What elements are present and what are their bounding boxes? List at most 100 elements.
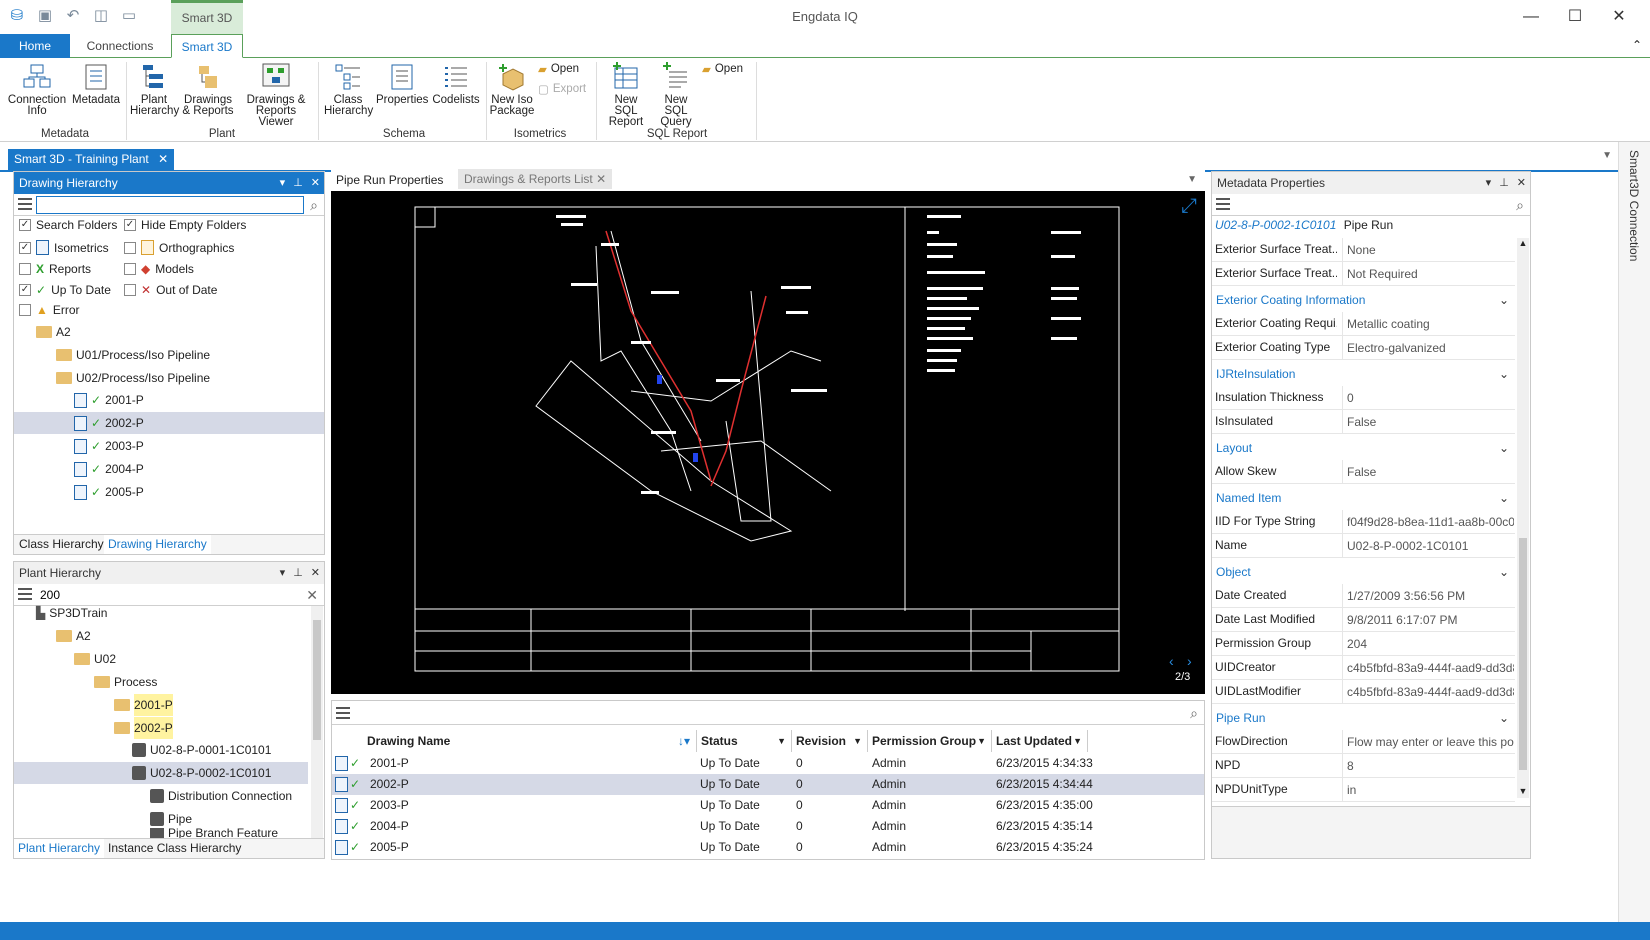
property-value[interactable]: 9/8/2011 6:17:07 PM bbox=[1342, 608, 1514, 632]
scrollbar[interactable]: ▲ ▼ bbox=[1517, 238, 1529, 798]
codelists-button[interactable]: Codelists bbox=[430, 62, 482, 106]
tree-node[interactable]: Pipe bbox=[150, 808, 192, 830]
chevron-down-icon[interactable]: ⌄ bbox=[1499, 486, 1509, 510]
tree-node[interactable]: U02/Process/Iso Pipeline bbox=[56, 367, 210, 389]
property-value[interactable]: False bbox=[1342, 410, 1514, 434]
error-checkbox[interactable]: ▲ Error bbox=[19, 303, 80, 317]
tree-node[interactable]: U02-8-P-0001-1C0101 bbox=[132, 739, 271, 761]
close-icon[interactable]: ✕ bbox=[1517, 172, 1526, 194]
property-value[interactable]: c4b5fbfd-83a9-444f-aad9-dd3d8b bbox=[1342, 656, 1514, 680]
property-row[interactable]: Allow Skew False bbox=[1212, 460, 1515, 484]
scroll-thumb[interactable] bbox=[1519, 538, 1527, 770]
metadata-search-input[interactable] bbox=[1234, 196, 1504, 214]
tree-node[interactable]: U02 bbox=[74, 648, 116, 670]
tree-node-selected[interactable]: U02-8-P-0002-1C0101 bbox=[14, 762, 308, 784]
property-section-header[interactable]: Layout ⌄ bbox=[1212, 436, 1515, 460]
col-drawing-name[interactable]: Drawing Name ↓▾ bbox=[363, 730, 697, 752]
table-row[interactable]: ✓ 2003-P Up To Date 0 Admin 6/23/2015 4:35:0… bbox=[332, 795, 1204, 816]
property-row[interactable]: Date Last Modified 9/8/2011 6:17:07 PM bbox=[1212, 608, 1515, 632]
chevron-down-icon[interactable]: ⌄ bbox=[1499, 288, 1509, 312]
chevron-down-icon[interactable]: ⌄ bbox=[1499, 362, 1509, 386]
table-row[interactable]: ✓ 2005-P Up To Date 0 Admin 6/23/2015 4:35:2… bbox=[332, 837, 1204, 858]
collapse-ribbon-icon[interactable]: ⌃ bbox=[1632, 38, 1642, 52]
property-row[interactable]: NPD 8 bbox=[1212, 754, 1515, 778]
up-to-date-checkbox[interactable]: ✓Up To Date bbox=[19, 283, 111, 297]
orthographics-checkbox[interactable]: Orthographics bbox=[124, 240, 234, 255]
col-last-updated[interactable]: Last Updated ▼ bbox=[992, 730, 1088, 752]
chevron-down-icon[interactable]: ⌄ bbox=[1499, 706, 1509, 730]
tab-pipe-run-properties[interactable]: Pipe Run Properties bbox=[336, 173, 443, 187]
property-row[interactable]: UIDCreator c4b5fbfd-83a9-444f-aad9-dd3d8b bbox=[1212, 656, 1515, 680]
document-tab[interactable]: Smart 3D - Training Plant ✕ bbox=[8, 149, 175, 170]
smart3d-connection-tab[interactable]: Smart3D Connection bbox=[1627, 150, 1641, 261]
scroll-up-icon[interactable]: ▲ bbox=[1517, 238, 1529, 248]
viewer-dropdown-icon[interactable]: ▼ bbox=[1187, 174, 1197, 185]
pin-icon[interactable]: ⊥ bbox=[1499, 172, 1509, 194]
property-row[interactable]: Exterior Coating Requi... Metallic coatin… bbox=[1212, 312, 1515, 336]
property-value[interactable]: f04f9d28-b8ea-11d1-aa8b-00c04fb bbox=[1342, 510, 1514, 534]
scrollbar[interactable] bbox=[311, 606, 323, 840]
tab-home[interactable]: Home bbox=[0, 34, 70, 58]
table-row[interactable]: ✓ 2004-P Up To Date 0 Admin 6/23/2015 4:35:1… bbox=[332, 816, 1204, 837]
close-tab-icon[interactable]: ✕ bbox=[596, 172, 606, 186]
class-hierarchy-button[interactable]: Class Hierarchy bbox=[324, 62, 373, 117]
prev-page-icon[interactable]: ‹ bbox=[1169, 653, 1174, 669]
new-iso-package-button[interactable]: New Iso Package bbox=[488, 62, 536, 117]
dropdown-icon[interactable]: ▾ bbox=[280, 172, 286, 194]
property-row[interactable]: Exterior Coating Type Electro-galvanized bbox=[1212, 336, 1515, 360]
metadata-button[interactable]: Metadata bbox=[68, 62, 124, 106]
tree-node[interactable]: Pipe Branch Feature bbox=[150, 828, 278, 838]
property-value[interactable]: c4b5fbfd-83a9-444f-aad9-dd3d8b bbox=[1342, 680, 1514, 704]
tab-plant-hierarchy[interactable]: Plant Hierarchy bbox=[14, 839, 105, 858]
plant-hierarchy-button[interactable]: Plant Hierarchy bbox=[130, 62, 179, 117]
grid-search-input[interactable] bbox=[354, 704, 1174, 722]
tree-node[interactable]: ✓ 2003-P bbox=[74, 435, 144, 457]
menu-icon[interactable] bbox=[18, 198, 32, 210]
property-section-header[interactable]: Object ⌄ bbox=[1212, 560, 1515, 584]
property-value[interactable]: Not Required bbox=[1342, 262, 1514, 286]
tree-node[interactable]: ✓ 2001-P bbox=[74, 389, 144, 411]
property-row[interactable]: Insulation Thickness 0 bbox=[1212, 386, 1515, 410]
close-window-button[interactable]: ✕ bbox=[1604, 5, 1634, 29]
property-value[interactable]: 204 bbox=[1342, 632, 1514, 656]
property-section-header[interactable]: Exterior Coating Information ⌄ bbox=[1212, 288, 1515, 312]
chevron-down-icon[interactable]: ⌄ bbox=[1499, 560, 1509, 584]
property-value[interactable]: 1/27/2009 3:56:56 PM bbox=[1342, 584, 1514, 608]
table-row-selected[interactable]: ✓ 2002-P Up To Date 0 Admin 6/23/2015 4:34:4… bbox=[332, 774, 1204, 795]
col-permission-group[interactable]: Permission Group ▼ bbox=[868, 730, 992, 752]
property-section-header[interactable]: Named Item ⌄ bbox=[1212, 486, 1515, 510]
property-row[interactable]: UIDLastModifier c4b5fbfd-83a9-444f-aad9-d… bbox=[1212, 680, 1515, 704]
pin-icon[interactable]: ⊥ bbox=[293, 172, 303, 194]
hide-empty-checkbox[interactable]: Hide Empty Folders bbox=[124, 218, 246, 232]
property-section-header[interactable]: IJRteInsulation ⌄ bbox=[1212, 362, 1515, 386]
property-value[interactable]: 8 bbox=[1342, 754, 1514, 778]
property-value[interactable]: Electro-galvanized bbox=[1342, 336, 1514, 360]
tab-instance-class-hierarchy[interactable]: Instance Class Hierarchy bbox=[108, 841, 241, 855]
properties-button[interactable]: Properties bbox=[376, 62, 428, 106]
isometrics-checkbox[interactable]: Isometrics bbox=[19, 240, 109, 255]
search-icon[interactable]: ⌕ bbox=[310, 197, 318, 214]
property-value[interactable]: Metallic coating bbox=[1342, 312, 1514, 336]
tab-drawing-hierarchy[interactable]: Drawing Hierarchy bbox=[104, 535, 211, 554]
close-tab-icon[interactable]: ✕ bbox=[158, 152, 168, 166]
property-value[interactable]: False bbox=[1342, 460, 1514, 484]
sql-open-button[interactable]: ▰ Open bbox=[702, 62, 743, 76]
tab-class-hierarchy[interactable]: Class Hierarchy bbox=[19, 537, 104, 551]
new-sql-report-button[interactable]: New SQL Report bbox=[602, 62, 650, 128]
search-folders-checkbox[interactable]: Search Folders bbox=[19, 218, 117, 232]
tab-drawings-reports-list[interactable]: Drawings & Reports List ✕ bbox=[458, 169, 613, 189]
tree-node[interactable]: A2 bbox=[56, 625, 91, 647]
new-sql-query-button[interactable]: New SQL Query bbox=[652, 62, 700, 128]
chevron-down-icon[interactable]: ⌄ bbox=[1499, 436, 1509, 460]
tree-node[interactable]: 2001-P bbox=[114, 694, 173, 716]
property-row[interactable]: Permission Group 204 bbox=[1212, 632, 1515, 656]
connection-info-button[interactable]: Connection Info bbox=[6, 62, 68, 117]
property-value[interactable]: in bbox=[1342, 778, 1514, 802]
tree-node-selected[interactable]: ✓ 2002-P bbox=[14, 412, 324, 434]
tree-node[interactable]: Process bbox=[94, 671, 157, 693]
fullscreen-icon[interactable]: ⤢ bbox=[1181, 195, 1197, 218]
tree-node[interactable]: ✓ 2004-P bbox=[74, 458, 144, 480]
drawing-search-input[interactable] bbox=[36, 196, 304, 214]
drawings-reports-button[interactable]: Drawings & Reports bbox=[180, 62, 236, 117]
property-row[interactable]: Exterior Surface Treat... Not Required bbox=[1212, 262, 1515, 286]
